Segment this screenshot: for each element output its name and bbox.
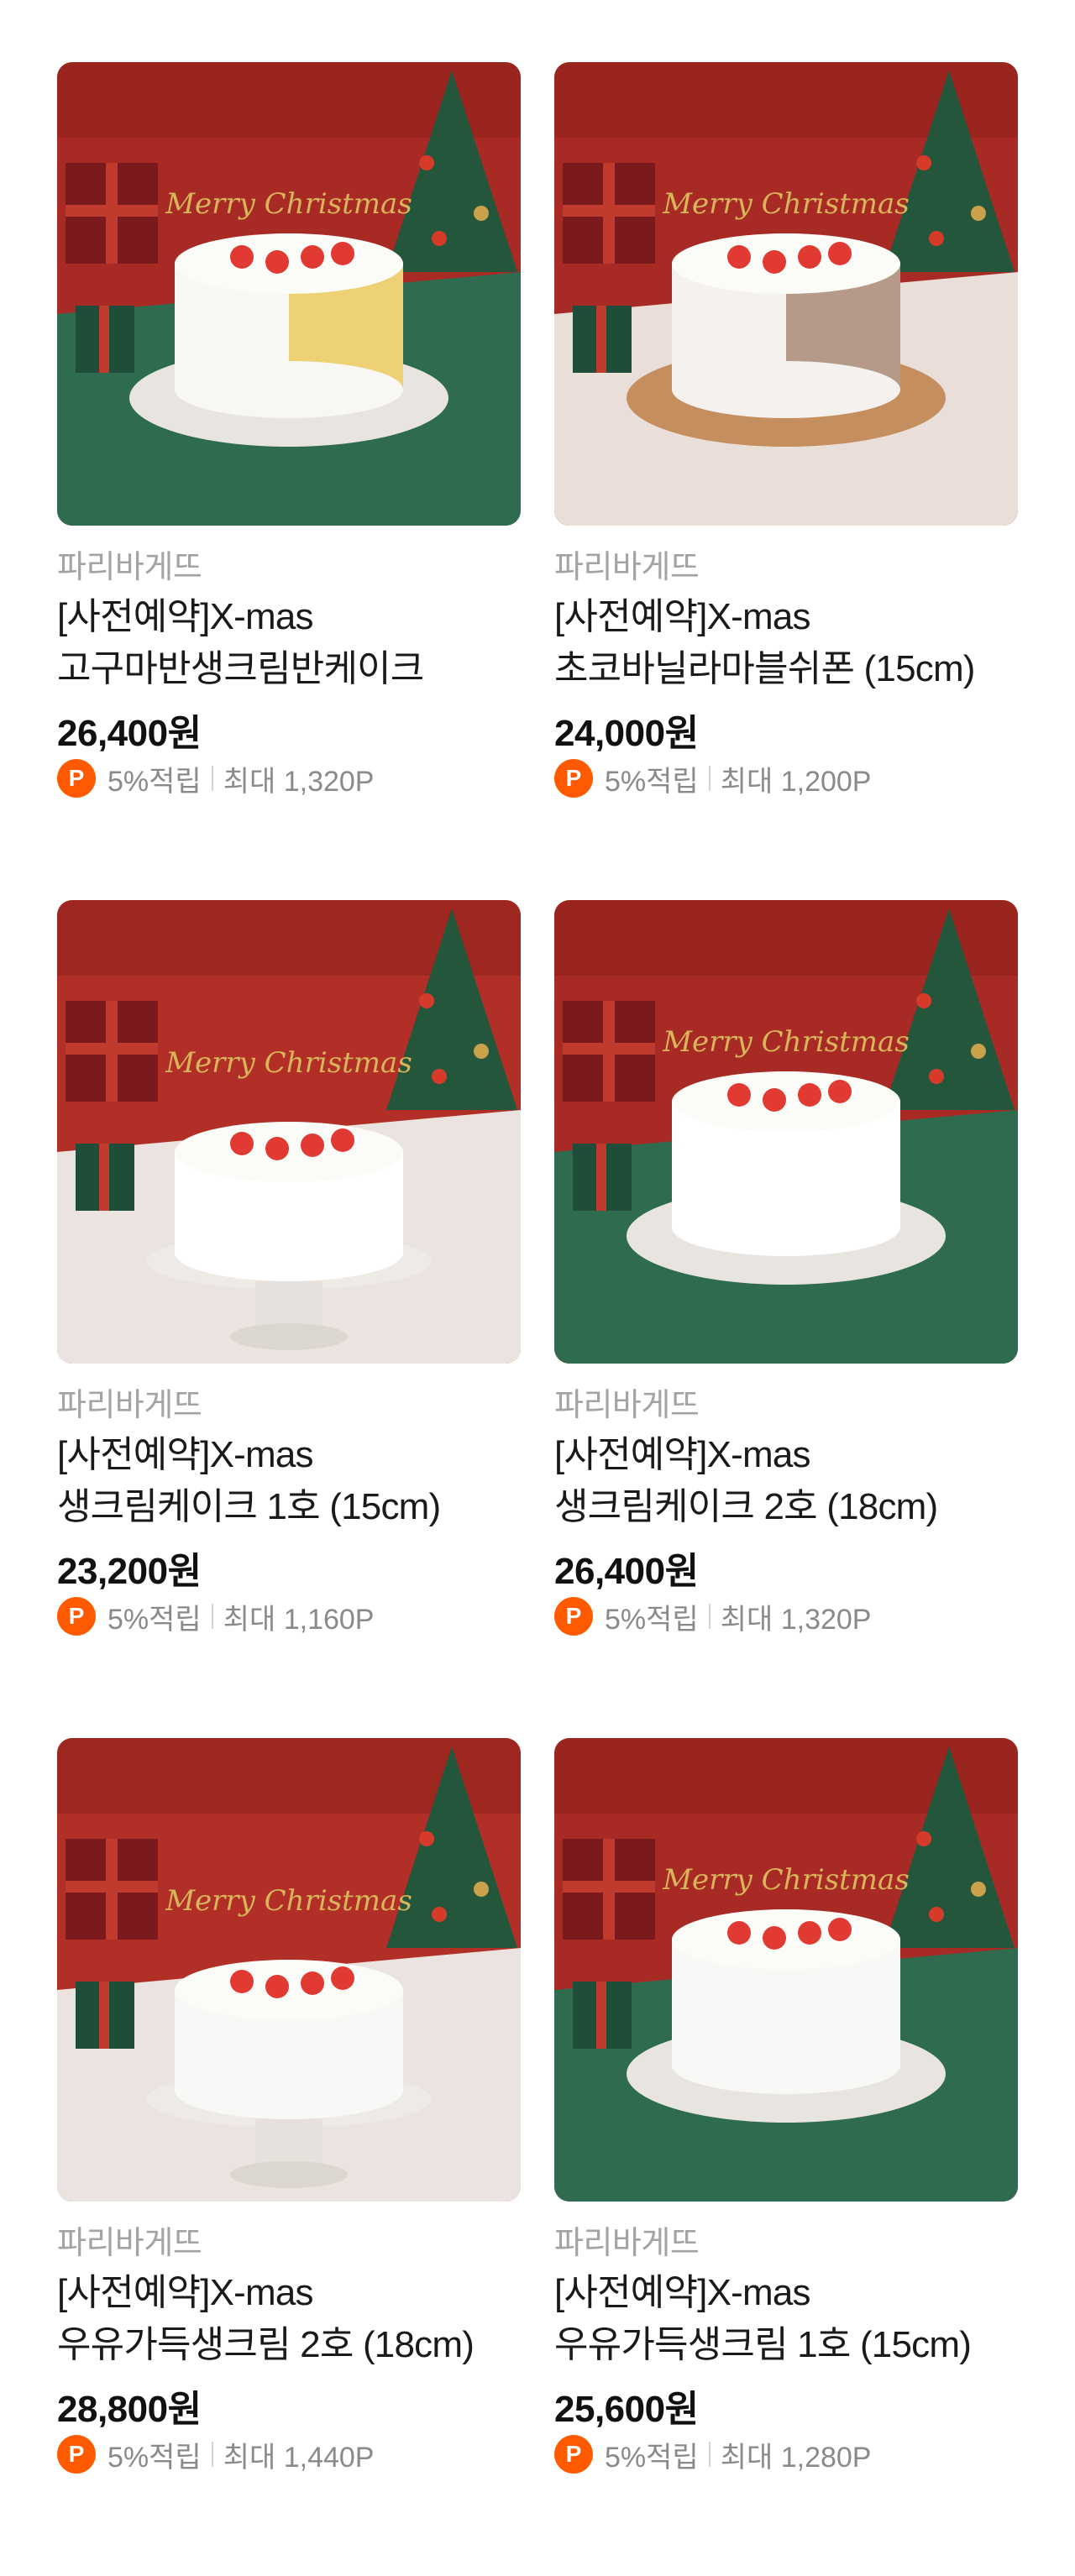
svg-text:Merry Christmas: Merry Christmas <box>662 187 910 221</box>
product-price: 26,400원 <box>554 1551 699 1592</box>
point-max: 최대 1,320P <box>223 765 375 798</box>
svg-text:Merry Christmas: Merry Christmas <box>165 1884 412 1918</box>
product-brand: 파리바게뜨 <box>57 550 202 585</box>
product-card[interactable]: Merry Christmas 파리바게뜨 [사전예약]X-mas 고구마반생크… <box>57 62 521 900</box>
point-info: P 5%적립 최대 1,280P <box>554 2435 1018 2474</box>
cake-photo: Merry Christmas <box>57 1738 521 2202</box>
point-rate: 5%적립 <box>108 1603 202 1636</box>
cake-photo: Merry Christmas <box>57 62 521 526</box>
product-title[interactable]: [사전예약]X-mas 생크림케이크 2호 (18cm) <box>554 1429 1018 1533</box>
svg-text:Merry Christmas: Merry Christmas <box>165 1046 412 1080</box>
product-price: 28,800원 <box>57 2389 202 2430</box>
point-rate: 5%적립 <box>605 2441 699 2474</box>
product-image[interactable]: Merry Christmas <box>554 62 1018 526</box>
product-image[interactable]: Merry Christmas <box>57 1738 521 2202</box>
point-info: P 5%적립 최대 1,440P <box>57 2435 521 2474</box>
product-price: 24,000원 <box>554 713 699 754</box>
product-brand: 파리바게뜨 <box>554 2226 700 2261</box>
divider <box>708 766 711 791</box>
product-grid: Merry Christmas 파리바게뜨 [사전예약]X-mas 고구마반생크… <box>57 62 1018 2576</box>
point-badge-icon: P <box>57 2435 96 2474</box>
point-max: 최대 1,280P <box>720 2441 872 2474</box>
point-info: P 5%적립 최대 1,320P <box>554 1597 1018 1636</box>
product-card[interactable]: Merry Christmas 파리바게뜨 [사전예약]X-mas 생크림케이크… <box>57 900 521 1738</box>
product-card[interactable]: Merry Christmas 파리바게뜨 [사전예약]X-mas 초코바닐라마… <box>554 62 1018 900</box>
point-rate: 5%적립 <box>108 765 202 798</box>
divider <box>211 766 213 791</box>
point-info: P 5%적립 최대 1,200P <box>554 759 1018 798</box>
point-max: 최대 1,440P <box>223 2441 375 2474</box>
point-badge-icon: P <box>554 2435 593 2474</box>
product-brand: 파리바게뜨 <box>554 550 700 585</box>
product-image[interactable]: Merry Christmas <box>57 62 521 526</box>
product-title[interactable]: [사전예약]X-mas 고구마반생크림반케이크 (18cm) <box>57 591 521 695</box>
point-badge-icon: P <box>57 759 96 798</box>
product-brand: 파리바게뜨 <box>554 1388 700 1423</box>
product-card[interactable]: Merry Christmas 파리바게뜨 [사전예약]X-mas 우유가득생크… <box>554 1738 1018 2576</box>
product-image[interactable]: Merry Christmas <box>554 900 1018 1364</box>
product-card[interactable]: Merry Christmas 파리바게뜨 [사전예약]X-mas 생크림케이크… <box>554 900 1018 1738</box>
point-badge-icon: P <box>554 1597 593 1636</box>
product-title[interactable]: [사전예약]X-mas 생크림케이크 1호 (15cm) <box>57 1429 521 1533</box>
svg-text:Merry Christmas: Merry Christmas <box>165 187 412 221</box>
point-max: 최대 1,200P <box>720 765 872 798</box>
divider <box>211 2442 213 2467</box>
product-title[interactable]: [사전예약]X-mas 초코바닐라마블쉬폰 (15cm) <box>554 591 1018 695</box>
point-info: P 5%적립 최대 1,160P <box>57 1597 521 1636</box>
point-max: 최대 1,160P <box>223 1603 375 1636</box>
product-card[interactable]: Merry Christmas 파리바게뜨 [사전예약]X-mas 우유가득생크… <box>57 1738 521 2576</box>
cake-photo: Merry Christmas <box>554 900 1018 1364</box>
product-image[interactable]: Merry Christmas <box>57 900 521 1364</box>
divider <box>708 1604 711 1629</box>
svg-text:Merry Christmas: Merry Christmas <box>662 1863 910 1897</box>
point-max: 최대 1,320P <box>720 1603 872 1636</box>
point-info: P 5%적립 최대 1,320P <box>57 759 521 798</box>
product-brand: 파리바게뜨 <box>57 2226 202 2261</box>
divider <box>211 1604 213 1629</box>
product-title[interactable]: [사전예약]X-mas 우유가득생크림 2호 (18cm) <box>57 2267 521 2371</box>
cake-photo: Merry Christmas <box>554 62 1018 526</box>
product-price: 25,600원 <box>554 2389 699 2430</box>
point-rate: 5%적립 <box>108 2441 202 2474</box>
product-brand: 파리바게뜨 <box>57 1388 202 1423</box>
product-price: 23,200원 <box>57 1551 202 1592</box>
cake-photo: Merry Christmas <box>554 1738 1018 2202</box>
svg-text:Merry Christmas: Merry Christmas <box>662 1025 910 1059</box>
point-badge-icon: P <box>554 759 593 798</box>
product-price: 26,400원 <box>57 713 202 754</box>
point-rate: 5%적립 <box>605 765 699 798</box>
point-badge-icon: P <box>57 1597 96 1636</box>
product-title[interactable]: [사전예약]X-mas 우유가득생크림 1호 (15cm) <box>554 2267 1018 2371</box>
cake-photo: Merry Christmas <box>57 900 521 1364</box>
point-rate: 5%적립 <box>605 1603 699 1636</box>
product-image[interactable]: Merry Christmas <box>554 1738 1018 2202</box>
divider <box>708 2442 711 2467</box>
